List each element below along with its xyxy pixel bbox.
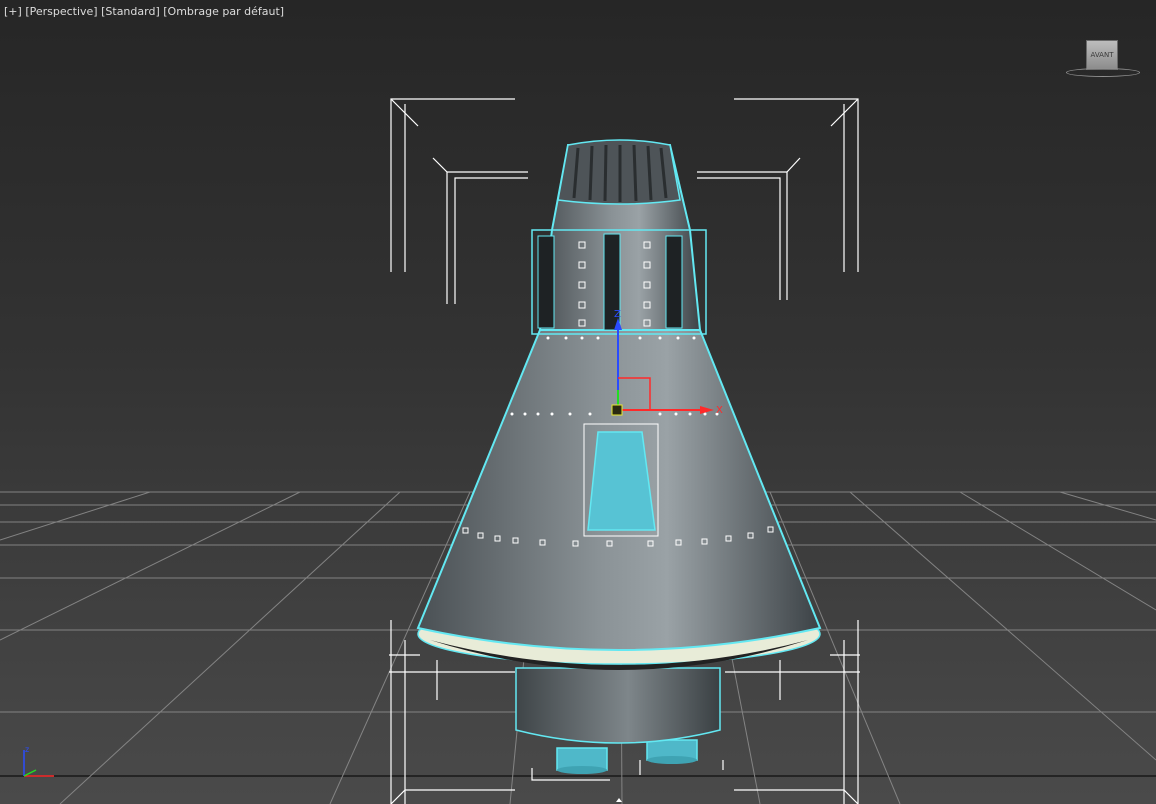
capsule-model[interactable] bbox=[416, 139, 822, 774]
viewport-canvas[interactable]: Z X bbox=[0, 0, 1156, 804]
gizmo-x-label: X bbox=[716, 405, 723, 416]
gizmo-z-label: Z bbox=[614, 309, 621, 320]
viewport-plus-menu[interactable]: [+] bbox=[4, 5, 22, 18]
viewport-view-menu[interactable]: [Perspective] bbox=[25, 5, 97, 18]
viewcube-front-face[interactable]: AVANT bbox=[1086, 40, 1118, 70]
tripod-y-axis bbox=[23, 769, 37, 777]
viewport-shading-menu[interactable]: [Ombrage par défaut] bbox=[163, 5, 284, 18]
pivot-marker bbox=[616, 798, 622, 802]
viewport-quality-menu[interactable]: [Standard] bbox=[101, 5, 160, 18]
thruster-nozzles bbox=[556, 739, 698, 774]
viewcube[interactable]: AVANT bbox=[1064, 38, 1140, 78]
gizmo-center[interactable] bbox=[611, 404, 623, 416]
retro-pack bbox=[515, 667, 721, 744]
world-axis-tripod: z bbox=[23, 745, 54, 777]
tripod-z-label: z bbox=[25, 745, 29, 754]
viewcube-compass-ring[interactable] bbox=[1066, 68, 1140, 77]
viewport-label-menu: [+] [Perspective] [Standard] [Ombrage pa… bbox=[4, 5, 284, 18]
